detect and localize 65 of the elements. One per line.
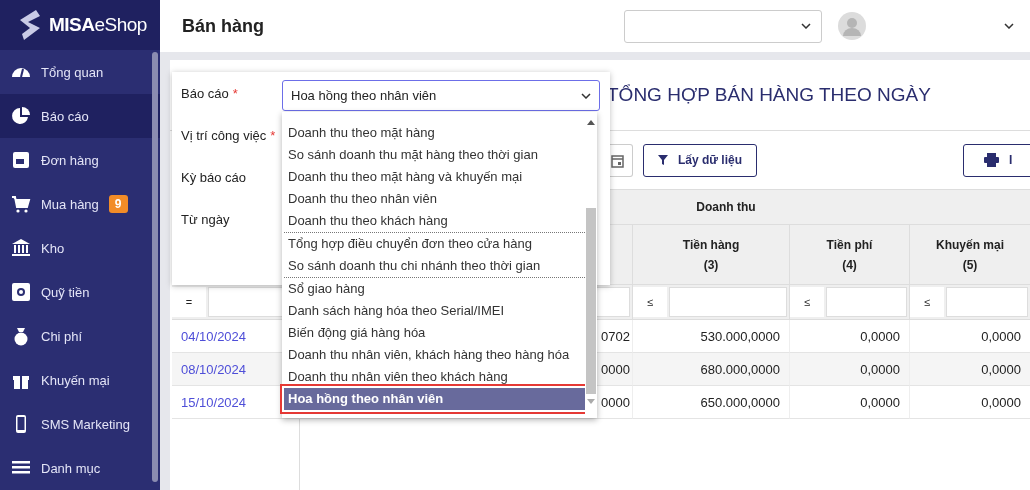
table-cell: 0,0000 [790,386,910,419]
column-header: Tiền hàng (3) [633,225,790,285]
dropdown-option[interactable]: So sánh doanh thu mặt hàng theo thời gian [284,144,585,166]
table-cell: 0,0000 [910,386,1030,419]
avatar-icon[interactable] [838,12,866,40]
date-link[interactable]: 04/10/2024 [181,328,247,344]
table-cell: 680.000,0000 [633,353,790,386]
dropdown-option[interactable]: Sổ giao hàng [284,278,585,300]
filter-operator[interactable]: ≤ [790,287,824,317]
date-link[interactable]: 15/10/2024 [181,394,247,410]
cart-icon [11,194,31,214]
field-label: Từ ngày [181,212,230,227]
field-label: Kỳ báo cáo [181,170,247,185]
table-cell: 0,0000 [910,353,1030,386]
dropdown-option[interactable]: Doanh thu theo mặt hàng và khuyến mại [284,166,585,188]
filter-icon [658,155,668,165]
required-mark: * [270,128,276,143]
date-link[interactable]: 08/10/2024 [181,361,247,377]
filter-input[interactable] [946,287,1028,317]
filter-operator[interactable]: = [172,287,206,317]
dropdown-option[interactable]: Danh sách hàng hóa theo Serial/IMEI [284,300,585,322]
printer-icon [984,153,1000,167]
store-select[interactable] [624,9,822,43]
report-select[interactable]: Hoa hồng theo nhân viên [282,80,600,111]
table-cell: 0,0000 [790,353,910,386]
sidebar-item[interactable]: SMS Marketing [0,402,160,446]
sidebar-item[interactable]: Báo cáo [0,94,160,138]
table-cell: 650.000,0000 [633,386,790,419]
sidebar-item[interactable]: Kho [0,226,160,270]
chevron-icon[interactable] [1004,23,1014,29]
field-label: Báo cáo [181,86,229,101]
get-data-button[interactable]: Lấy dữ liệu [643,143,758,177]
pie-chart-icon [11,106,31,126]
filter-operator[interactable]: ≤ [910,287,944,317]
chevron-icon [581,92,591,99]
scrollbar[interactable] [585,112,597,418]
logo-text: MISAeShop [49,14,147,36]
sidebar-item[interactable]: Khuyến mại [0,358,160,402]
bank-icon [11,238,31,258]
scroll-down-icon[interactable] [587,399,595,404]
document-icon [11,150,31,170]
dropdown-option[interactable]: Doanh thu theo mặt hàng [284,122,585,144]
dropdown-option[interactable]: Tổng hợp điều chuyển đơn theo cửa hàng [284,233,585,255]
filter-input[interactable] [669,287,787,317]
print-button[interactable]: I [963,143,1030,177]
filter-operator[interactable]: ≤ [633,287,667,317]
page-title: Bán hàng [182,15,265,37]
filter-input[interactable] [826,287,907,317]
required-mark: * [232,86,238,101]
chevron-icon [801,23,811,29]
scrollbar[interactable] [152,52,158,482]
sidebar-item[interactable]: Quỹ tiền [0,270,160,314]
calendar-icon [611,152,624,168]
sidebar-item[interactable]: Tổng quan [0,50,160,94]
dropdown-option[interactable]: So sánh doanh thu chi nhánh theo thời gian [284,255,585,277]
safe-icon [11,282,31,302]
column-header: Khuyến mại (5) [910,225,1030,285]
sidebar-item[interactable]: Danh mục [0,446,160,490]
field-label: Vị trí công việc [181,128,267,143]
sidebar-item[interactable]: Mua hàng 9 [0,182,160,226]
column-header: Tiền phí (4) [790,225,910,285]
scroll-up-icon[interactable] [587,120,595,125]
count-badge: 9 [108,195,128,213]
sidebar-item[interactable]: Đơn hàng [0,138,160,182]
sidebar-item[interactable]: Chi phí [0,314,160,358]
